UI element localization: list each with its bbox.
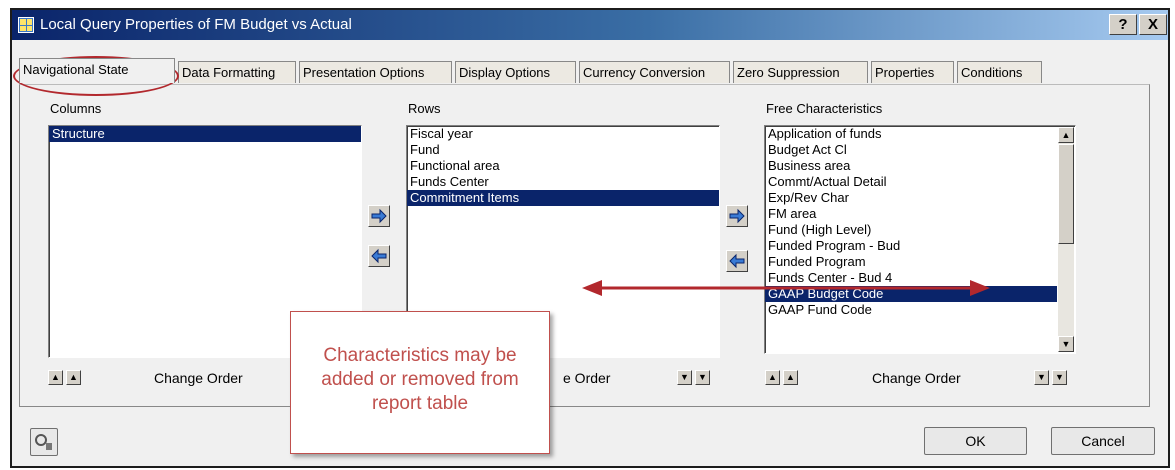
move-bottom-button[interactable]: ▼ bbox=[695, 370, 710, 385]
tab-currency-conversion[interactable]: Currency Conversion bbox=[579, 61, 730, 83]
window-title: Local Query Properties of FM Budget vs A… bbox=[40, 16, 352, 33]
scroll-thumb[interactable] bbox=[1058, 144, 1074, 244]
tab-presentation-options[interactable]: Presentation Options bbox=[299, 61, 452, 83]
vertical-scrollbar[interactable]: ▲ ▼ bbox=[1058, 127, 1074, 352]
list-item[interactable]: Application of funds bbox=[765, 126, 1075, 142]
list-item[interactable]: Budget Act Cl bbox=[765, 142, 1075, 158]
rows-change-order-label: e Order bbox=[563, 370, 611, 386]
columns-change-order-label: Change Order bbox=[154, 370, 243, 386]
move-up-button[interactable]: ▲ bbox=[66, 370, 81, 385]
move-to-free-button[interactable] bbox=[726, 205, 748, 227]
tab-data-formatting[interactable]: Data Formatting bbox=[178, 61, 296, 83]
tab-properties[interactable]: Properties bbox=[871, 61, 954, 83]
ok-button[interactable]: OK bbox=[924, 427, 1027, 455]
list-item[interactable]: Fund (High Level) bbox=[765, 222, 1075, 238]
free-move-bottom-button[interactable]: ▼ bbox=[1052, 370, 1067, 385]
callout-line-3: report table bbox=[371, 393, 469, 414]
callout-note: Characteristics may be added or removed … bbox=[290, 311, 550, 454]
close-button[interactable]: X bbox=[1139, 14, 1167, 35]
title-bar[interactable]: Local Query Properties of FM Budget vs A… bbox=[12, 10, 1168, 40]
free-move-up-button[interactable]: ▲ bbox=[783, 370, 798, 385]
scroll-down-button[interactable]: ▼ bbox=[1058, 336, 1074, 352]
tab-zero-suppression[interactable]: Zero Suppression bbox=[733, 61, 868, 83]
cancel-button[interactable]: Cancel bbox=[1051, 427, 1155, 455]
columns-label: Columns bbox=[50, 101, 102, 116]
move-left-button[interactable] bbox=[368, 245, 390, 267]
free-move-top-button[interactable]: ▲ bbox=[765, 370, 780, 385]
double-arrow-annotation bbox=[582, 280, 990, 296]
settings-button[interactable] bbox=[30, 428, 58, 456]
free-characteristics-label: Free Characteristics bbox=[766, 101, 883, 116]
list-item[interactable]: FM area bbox=[765, 206, 1075, 222]
move-top-button[interactable]: ▲ bbox=[48, 370, 63, 385]
move-right-button[interactable] bbox=[368, 205, 390, 227]
arrow-right-icon bbox=[371, 208, 387, 224]
free-characteristics-listbox[interactable]: Application of funds Budget Act Cl Busin… bbox=[764, 125, 1076, 354]
list-item[interactable]: Fund bbox=[407, 142, 719, 158]
rows-label: Rows bbox=[408, 101, 441, 116]
arrow-right-icon bbox=[729, 208, 745, 224]
move-from-free-button[interactable] bbox=[726, 250, 748, 272]
list-item[interactable]: Exp/Rev Char bbox=[765, 190, 1075, 206]
list-item[interactable]: GAAP Fund Code bbox=[765, 302, 1075, 318]
arrow-left-icon bbox=[729, 253, 745, 269]
scroll-up-button[interactable]: ▲ bbox=[1058, 127, 1074, 143]
tab-navigational-state[interactable]: Navigational State bbox=[19, 58, 175, 83]
list-item[interactable]: Fiscal year bbox=[407, 126, 719, 142]
app-icon bbox=[18, 17, 34, 33]
list-item[interactable]: Commt/Actual Detail bbox=[765, 174, 1075, 190]
arrow-left-icon bbox=[371, 248, 387, 264]
free-move-down-button[interactable]: ▼ bbox=[1034, 370, 1049, 385]
list-item[interactable]: Business area bbox=[765, 158, 1075, 174]
callout-line-2: added or removed from bbox=[321, 369, 519, 390]
tab-display-options[interactable]: Display Options bbox=[455, 61, 576, 83]
list-item[interactable]: Structure bbox=[49, 126, 361, 142]
tools-icon bbox=[35, 434, 52, 450]
tab-conditions[interactable]: Conditions bbox=[957, 61, 1042, 83]
free-change-order-label: Change Order bbox=[872, 370, 961, 386]
list-item[interactable]: Funded Program - Bud bbox=[765, 238, 1075, 254]
list-item[interactable]: Funds Center bbox=[407, 174, 719, 190]
move-down-button[interactable]: ▼ bbox=[677, 370, 692, 385]
list-item[interactable]: Commitment Items bbox=[407, 190, 719, 206]
list-item[interactable]: Funded Program bbox=[765, 254, 1075, 270]
help-button[interactable]: ? bbox=[1109, 14, 1137, 35]
callout-line-1: Characteristics may be bbox=[323, 345, 517, 366]
list-item[interactable]: Functional area bbox=[407, 158, 719, 174]
